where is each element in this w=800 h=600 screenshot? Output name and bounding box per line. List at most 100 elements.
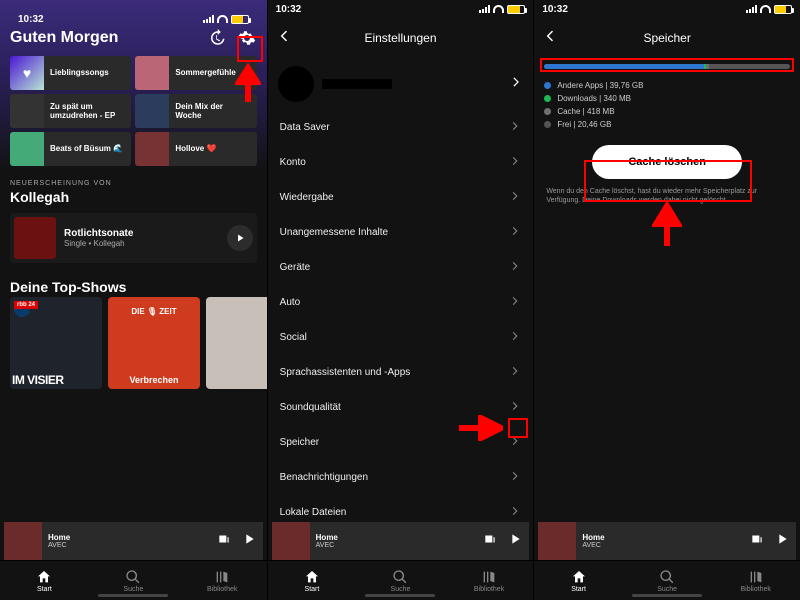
wifi-icon <box>760 5 771 13</box>
chevron-right-icon <box>509 155 521 170</box>
now-playing-bar[interactable]: Home AVEC <box>4 522 263 560</box>
chevron-right-icon <box>509 400 521 415</box>
status-bar: 10:32 <box>268 0 534 18</box>
nav-label: Start <box>305 586 320 593</box>
cover-art <box>10 132 44 166</box>
settings-row-social[interactable]: Social <box>268 320 534 355</box>
battery-icon <box>774 5 792 14</box>
signal-icon <box>479 5 490 13</box>
play-icon[interactable] <box>507 531 523 552</box>
nav-label: Start <box>37 586 52 593</box>
settings-row-soundqualit-t[interactable]: Soundqualität <box>268 390 534 425</box>
show-card[interactable]: DIE 🎙 ZEIT Verbrechen <box>108 297 200 389</box>
back-icon[interactable] <box>276 28 292 49</box>
legend-label: Frei | 20,46 GB <box>557 120 611 129</box>
nav-library[interactable]: Bibliothek <box>711 561 800 600</box>
nav-library[interactable]: Bibliothek <box>445 561 534 600</box>
nav-start[interactable]: Start <box>0 561 89 600</box>
settings-row-speicher[interactable]: Speicher <box>268 425 534 460</box>
settings-row-unangemessene-inhalte[interactable]: Unangemessene Inhalte <box>268 215 534 250</box>
rbb-badge: rbb 24 <box>14 301 38 309</box>
home-tile-grid: ♥ Lieblingssongs Sommergefühle Zu spät u… <box>10 56 257 166</box>
tile-mix[interactable]: Dein Mix der Woche <box>135 94 256 128</box>
devices-icon[interactable] <box>217 532 231 551</box>
show-badge: DIE 🎙 ZEIT <box>108 307 200 316</box>
legend-label: Cache | 418 MB <box>557 107 614 116</box>
greeting-title: Guten Morgen <box>10 29 118 47</box>
cover-art <box>4 522 42 560</box>
home-indicator <box>632 594 702 597</box>
settings-row-data-saver[interactable]: Data Saver <box>268 110 534 145</box>
clear-cache-button[interactable]: Cache löschen <box>592 145 742 179</box>
devices-icon[interactable] <box>483 532 497 551</box>
panel-home: 10:32 Guten Morgen ♥ Lieblingssongs <box>0 0 267 600</box>
nowplaying-artist: AVEC <box>582 542 744 549</box>
button-label: Cache löschen <box>628 156 706 168</box>
tile-album[interactable]: Zu spät um umzudrehen - EP <box>10 94 131 128</box>
settings-row-wiedergabe[interactable]: Wiedergabe <box>268 180 534 215</box>
panel-storage: 10:32 Speicher Andere Apps | 39,76 GBDow… <box>533 0 800 600</box>
new-release-card[interactable]: Rotlichtsonate Single • Kollegah <box>10 213 257 263</box>
cover-art <box>538 522 576 560</box>
settings-row-label: Lokale Dateien <box>280 507 347 518</box>
home-indicator <box>365 594 435 597</box>
tile-label: Lieblingssongs <box>44 68 115 77</box>
settings-row-label: Sprachassistenten und -Apps <box>280 367 411 378</box>
play-icon[interactable] <box>774 531 790 552</box>
settings-row-label: Benachrichtigungen <box>280 472 368 483</box>
tile-playlist[interactable]: Beats of Büsum 🌊 <box>10 132 131 166</box>
now-playing-bar[interactable]: Home AVEC <box>538 522 796 560</box>
profile-name-redacted <box>322 79 392 89</box>
tile-playlist[interactable]: Sommergefühle <box>135 56 256 90</box>
play-icon[interactable] <box>227 225 253 251</box>
legend-item: Frei | 20,46 GB <box>544 120 790 129</box>
legend-dot-icon <box>544 108 551 115</box>
history-icon[interactable] <box>207 28 227 48</box>
bottom-nav: Start Suche Bibliothek <box>534 560 800 600</box>
chevron-right-icon <box>509 75 523 94</box>
legend-item: Downloads | 340 MB <box>544 94 790 103</box>
chevron-right-icon <box>509 190 521 205</box>
nav-label: Suche <box>123 586 143 593</box>
status-bar: 10:32 <box>534 0 800 18</box>
wifi-icon <box>493 5 504 13</box>
settings-gear-icon[interactable] <box>237 28 257 48</box>
home-indicator <box>98 594 168 597</box>
tile-liked-songs[interactable]: ♥ Lieblingssongs <box>10 56 131 90</box>
top-shows-row[interactable]: rbb 24 IM VISIER DIE 🎙 ZEIT Verbrechen ● <box>0 297 267 389</box>
show-title: IM VISIER <box>12 373 64 387</box>
settings-row-sprachassistenten-und-apps[interactable]: Sprachassistenten und -Apps <box>268 355 534 390</box>
settings-row-auto[interactable]: Auto <box>268 285 534 320</box>
show-card[interactable]: rbb 24 IM VISIER <box>10 297 102 389</box>
cover-art <box>10 94 44 128</box>
nav-label: Start <box>571 586 586 593</box>
chevron-right-icon <box>509 435 521 450</box>
settings-row-label: Wiedergabe <box>280 192 334 203</box>
show-title: Verbrechen <box>112 375 196 385</box>
nav-start[interactable]: Start <box>268 561 357 600</box>
show-card[interactable]: ● <box>206 297 267 389</box>
cover-art <box>135 94 169 128</box>
settings-row-konto[interactable]: Konto <box>268 145 534 180</box>
play-icon[interactable] <box>241 531 257 552</box>
back-icon[interactable] <box>542 28 558 49</box>
devices-icon[interactable] <box>750 532 764 551</box>
tile-label: Hollove ❤️ <box>169 144 222 153</box>
page-title: Einstellungen <box>364 31 436 45</box>
profile-row[interactable] <box>268 58 534 110</box>
settings-row-label: Data Saver <box>280 122 330 133</box>
chevron-right-icon <box>509 120 521 135</box>
nav-start[interactable]: Start <box>534 561 623 600</box>
tile-playlist[interactable]: Hollove ❤️ <box>135 132 256 166</box>
heart-icon: ♥ <box>10 56 44 90</box>
tile-label: Zu spät um umzudrehen - EP <box>44 102 131 120</box>
settings-row-benachrichtigungen[interactable]: Benachrichtigungen <box>268 460 534 495</box>
nav-library[interactable]: Bibliothek <box>178 561 267 600</box>
release-artist: Kollegah <box>10 189 257 205</box>
now-playing-bar[interactable]: Home AVEC <box>272 522 530 560</box>
legend-item: Cache | 418 MB <box>544 107 790 116</box>
chevron-right-icon <box>509 295 521 310</box>
settings-row-ger-te[interactable]: Geräte <box>268 250 534 285</box>
legend-item: Andere Apps | 39,76 GB <box>544 81 790 90</box>
storage-segment <box>544 64 704 69</box>
